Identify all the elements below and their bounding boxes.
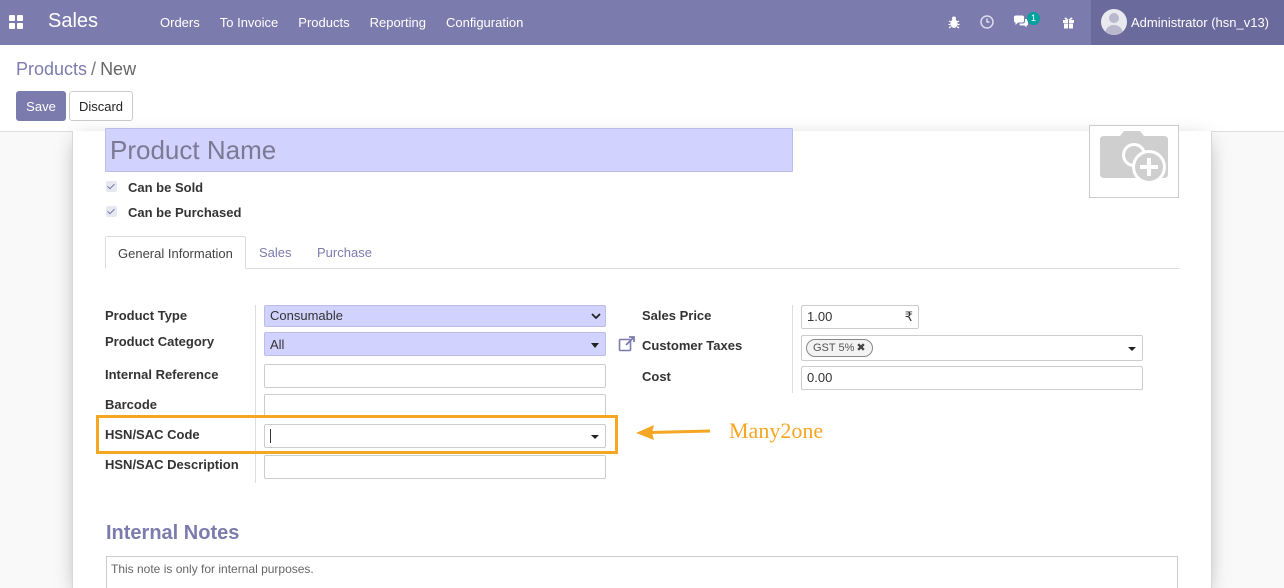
product-category-field[interactable]: All [264,332,606,356]
chevron-down-icon [591,313,601,319]
menu-item-configuration[interactable]: Configuration [436,0,533,45]
app-name[interactable]: Sales [48,10,98,33]
currency-symbol: ₹ [904,309,913,324]
breadcrumb-products-link[interactable]: Products [16,59,87,79]
tab-purchase[interactable]: Purchase [305,236,384,269]
avatar [1101,9,1127,35]
tab-sales[interactable]: Sales [247,236,304,269]
product-type-label: Product Type [105,308,188,323]
sales-price-input[interactable]: 1.00 ₹ [801,305,919,329]
internal-reference-label: Internal Reference [105,367,219,382]
annotation-highlight-box [96,415,618,454]
product-type-value: Consumable [270,308,343,323]
camera-add-icon [1100,131,1168,184]
dropdown-caret-icon [591,343,599,348]
internal-notes-placeholder: This note is only for internal purposes. [111,562,314,576]
can-be-purchased-label: Can be Purchased [128,205,242,220]
apps-icon[interactable] [9,15,23,29]
cost-input[interactable]: 0.00 [801,366,1143,390]
product-name-placeholder: Product Name [110,135,277,165]
main-menu: Orders To Invoice Products Reporting Con… [150,0,533,45]
breadcrumb-separator: / [91,59,97,79]
hsn-sac-description-label: HSN/SAC Description [105,457,239,472]
menu-item-orders[interactable]: Orders [150,0,210,45]
internal-reference-input[interactable] [264,364,606,388]
discard-button[interactable]: Discard [69,91,133,121]
user-menu[interactable]: Administrator (hsn_v13) [1091,0,1284,45]
breadcrumb-current: New [100,59,137,79]
internal-notes-title: Internal Notes [106,522,240,544]
dropdown-caret-icon [1128,347,1136,351]
product-image-field[interactable] [1089,125,1179,198]
tab-general-information[interactable]: General Information [105,236,246,269]
gift-icon[interactable] [1058,12,1078,32]
annotation-label: Many2one [729,418,824,443]
customer-taxes-label: Customer Taxes [642,338,743,353]
can-be-sold-label: Can be Sold [128,180,204,195]
can-be-sold-checkbox[interactable] [106,181,117,192]
tax-tag-gst-5: GST 5% ✖ [806,339,873,357]
right-group-separator [792,305,793,393]
menu-item-reporting[interactable]: Reporting [360,0,436,45]
product-category-value: All [270,337,285,352]
sales-price-label: Sales Price [642,308,712,323]
left-group-separator [255,305,256,483]
breadcrumb: Products / New [16,59,136,80]
user-name: Administrator (hsn_v13) [1131,15,1269,30]
can-be-purchased-checkbox[interactable] [106,206,117,217]
product-type-select[interactable]: Consumable [264,305,606,327]
messages-count-badge: 1 [1027,12,1040,25]
hsn-sac-description-input[interactable] [264,455,606,479]
top-navbar: Sales Orders To Invoice Products Reporti… [0,0,1284,45]
barcode-label: Barcode [105,397,158,412]
sales-price-value: 1.00 [807,309,833,324]
external-link-icon[interactable] [618,335,636,353]
bug-icon[interactable] [944,12,964,32]
product-category-label: Product Category [105,334,215,349]
menu-item-products[interactable]: Products [288,0,359,45]
cost-label: Cost [642,369,671,384]
tax-tag-label: GST 5% [813,342,855,354]
annotation-arrow-icon [636,425,711,440]
menu-item-to-invoice[interactable]: To Invoice [210,0,289,45]
cost-value: 0.00 [807,370,833,385]
clock-icon[interactable] [977,12,997,32]
save-button[interactable]: Save [16,91,66,121]
remove-tag-icon[interactable]: ✖ [856,342,865,354]
